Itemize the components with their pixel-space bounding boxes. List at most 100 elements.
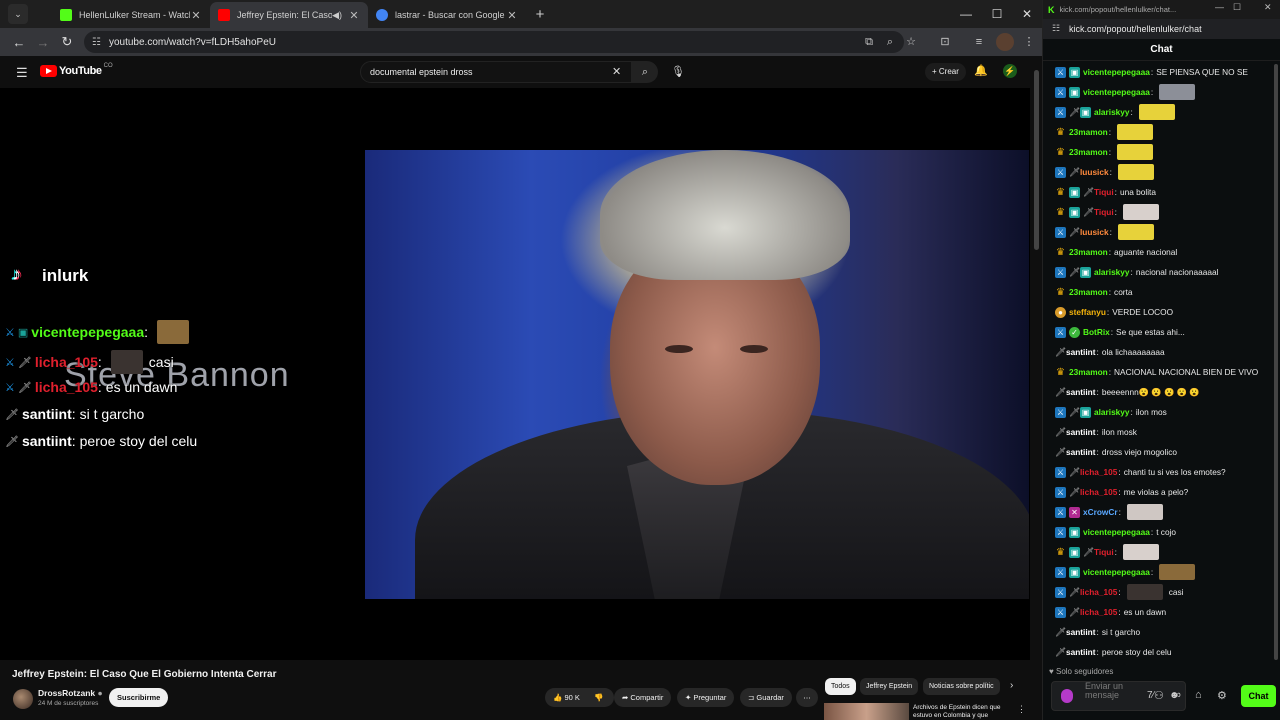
- chip-noticias[interactable]: Noticias sobre polític: [923, 678, 1000, 695]
- zoom-icon[interactable]: ⌕: [881, 33, 899, 51]
- chat-message[interactable]: ⚔ ▣ vicentepepegaaa:: [1043, 82, 1277, 102]
- notifications-bell-icon[interactable]: 🔔: [974, 64, 988, 77]
- close-window-icon[interactable]: ✕: [1264, 2, 1272, 13]
- chat-message[interactable]: ⚔ ▣ vicentepepegaaa: t cojo: [1043, 522, 1277, 542]
- chat-message-input[interactable]: Enviar un mensaje 7⁄ ☻: [1051, 681, 1186, 711]
- chat-message[interactable]: 🗡 santiint: dross viejo mogolico: [1043, 442, 1277, 462]
- chat-username[interactable]: vicentepepegaaa: [1083, 567, 1150, 577]
- chip-jeffrey-epstein[interactable]: Jeffrey Epstein: [860, 678, 919, 695]
- settings-gear-icon[interactable]: ⚙: [1217, 689, 1227, 702]
- video-player[interactable]: ♪ inlurk Steve Bannon ⚔ ▣ vicentepepegaaa:…: [0, 88, 1030, 660]
- chat-username[interactable]: luusick: [1080, 227, 1109, 237]
- bookmark-star-icon[interactable]: ☆: [902, 33, 920, 51]
- close-tab-icon[interactable]: ✕: [190, 9, 202, 22]
- chat-username[interactable]: santiint: [1066, 347, 1096, 357]
- chat-message[interactable]: ♛ ▣ 🗡 Tiqui: una bolita: [1043, 182, 1277, 202]
- account-avatar[interactable]: ⚡: [1003, 64, 1017, 78]
- recommended-more-icon[interactable]: ⋮: [1017, 704, 1026, 715]
- extensions-icon[interactable]: ⚇: [1154, 689, 1164, 702]
- chat-message[interactable]: 🗡 santiint: ola lichaaaaaaaa: [1043, 342, 1277, 362]
- create-button[interactable]: + Crear: [925, 63, 966, 81]
- chat-username[interactable]: santiint: [1066, 387, 1096, 397]
- new-tab-button[interactable]: +: [530, 6, 550, 23]
- chat-message[interactable]: ⚔ 🗡 ▣ alariskyy: ilon mos: [1043, 402, 1277, 422]
- chat-username[interactable]: licha_105: [1080, 467, 1117, 477]
- chat-username[interactable]: santiint: [1066, 627, 1096, 637]
- chat-message[interactable]: ⚔ 🗡 ▣ alariskyy: nacional nacionaaaaal: [1043, 262, 1277, 282]
- chat-message[interactable]: ♛ 23mamon: aguante nacional: [1043, 242, 1277, 262]
- close-window-icon[interactable]: ✕: [1012, 0, 1042, 28]
- chat-username[interactable]: 23mamon: [1069, 147, 1108, 157]
- share-button[interactable]: ➦ Compartir: [614, 688, 672, 707]
- back-icon[interactable]: ←: [7, 35, 31, 50]
- chat-scrollbar-thumb[interactable]: [1274, 64, 1278, 660]
- chat-message[interactable]: ⚔ 🗡 luusick:: [1043, 222, 1277, 242]
- chips-next-icon[interactable]: ›: [1010, 680, 1013, 691]
- search-input[interactable]: documental epstein dross: [360, 61, 632, 83]
- site-info-icon[interactable]: ☷: [1052, 23, 1060, 34]
- chat-username[interactable]: Tiqui: [1094, 547, 1114, 557]
- chat-message[interactable]: ♛ 23mamon: NACIONAL NACIONAL BIEN DE VIVO: [1043, 362, 1277, 382]
- chat-message[interactable]: ⚔ 🗡 ▣ alariskyy:: [1043, 102, 1277, 122]
- tab-google-search[interactable]: lastrar - Buscar con Google ✕: [368, 2, 526, 28]
- chat-message[interactable]: ♛ 23mamon:: [1043, 142, 1277, 162]
- chat-message[interactable]: ⚔ ▣ vicentepepegaaa:: [1043, 562, 1277, 582]
- voice-search-icon[interactable]: 🎙: [668, 61, 688, 83]
- page-scrollbar[interactable]: [1033, 66, 1040, 720]
- chat-username[interactable]: Tiqui: [1094, 207, 1114, 217]
- search-button[interactable]: ⌕: [632, 61, 658, 83]
- chat-message[interactable]: ⚔ 🗡 luusick:: [1043, 162, 1277, 182]
- tab-kick-stream[interactable]: HellenLulker Stream - Watch Li ✕: [52, 2, 210, 28]
- tab-youtube-video[interactable]: Jeffrey Epstein: El Caso Que ◀) ✕: [210, 2, 368, 28]
- chat-username[interactable]: Tiqui: [1094, 187, 1114, 197]
- browser-menu-icon[interactable]: ⋮: [1020, 33, 1038, 51]
- reload-icon[interactable]: ↻: [55, 34, 79, 50]
- store-icon[interactable]: ⌂: [1195, 689, 1202, 701]
- chat-username[interactable]: BotRix: [1083, 327, 1110, 337]
- chat-username[interactable]: licha_105: [1080, 487, 1117, 497]
- close-tab-icon[interactable]: ✕: [348, 9, 360, 22]
- chat-username[interactable]: santiint: [1066, 647, 1096, 657]
- hamburger-menu-icon[interactable]: ☰: [16, 65, 28, 81]
- chat-message[interactable]: ⚔ 🗡 licha_105: chanti tu si ves los emotes?: [1043, 462, 1277, 482]
- chat-message[interactable]: ⚔ 🗡 licha_105: me violas a pelo?: [1043, 482, 1277, 502]
- chat-message[interactable]: ⚔ ✓ BotRix: Se que estas ahi...: [1043, 322, 1277, 342]
- youtube-logo[interactable]: YouTube CO: [40, 63, 113, 77]
- recommended-title[interactable]: Archivos de Epstein dicen que estuvo en …: [913, 704, 1013, 720]
- chat-message[interactable]: ♛ 23mamon:: [1043, 122, 1277, 142]
- extensions-icon[interactable]: ⊡: [936, 33, 954, 51]
- media-control-icon[interactable]: ≡: [970, 33, 988, 51]
- chip-all[interactable]: Todos: [825, 678, 856, 695]
- install-app-icon[interactable]: ⧉: [860, 33, 878, 51]
- chat-message[interactable]: ⚔ 🗡 licha_105: casi: [1043, 582, 1277, 602]
- chat-username[interactable]: 23mamon: [1069, 247, 1108, 257]
- chat-username[interactable]: alariskyy: [1094, 407, 1130, 417]
- chat-username[interactable]: vicentepepegaaa: [1083, 67, 1150, 77]
- send-chat-button[interactable]: Chat: [1241, 685, 1276, 707]
- chat-message[interactable]: 🗡 santiint: ilon mosk: [1043, 422, 1277, 442]
- chat-username[interactable]: alariskyy: [1094, 107, 1130, 117]
- ask-button[interactable]: ✦ Preguntar: [677, 688, 735, 707]
- close-tab-icon[interactable]: ✕: [506, 9, 518, 22]
- chat-username[interactable]: alariskyy: [1094, 267, 1130, 277]
- chat-username[interactable]: 23mamon: [1069, 127, 1108, 137]
- chat-username[interactable]: vicentepepegaaa: [1083, 87, 1150, 97]
- minimize-icon[interactable]: —: [1215, 2, 1224, 12]
- chat-username[interactable]: xCrowCr: [1083, 507, 1118, 517]
- recommended-thumbnail[interactable]: [824, 703, 909, 720]
- channel-avatar[interactable]: [13, 689, 33, 709]
- scrollbar-thumb[interactable]: [1034, 70, 1039, 250]
- more-actions-button[interactable]: ⋯: [796, 688, 818, 707]
- chat-username[interactable]: 23mamon: [1069, 287, 1108, 297]
- profile-avatar[interactable]: [996, 33, 1014, 51]
- dislike-button[interactable]: 👎: [586, 688, 614, 707]
- chat-message[interactable]: ⚔ ✕ xCrowCr:: [1043, 502, 1277, 522]
- chat-username[interactable]: santiint: [1066, 427, 1096, 437]
- chat-username[interactable]: vicentepepegaaa: [1083, 527, 1150, 537]
- chat-username[interactable]: licha_105: [1080, 607, 1117, 617]
- chat-message[interactable]: 🗡 santiint: si t garcho: [1043, 622, 1277, 642]
- subscribe-button[interactable]: Suscribirme: [109, 688, 169, 707]
- chat-username[interactable]: steffanyu: [1069, 307, 1106, 317]
- maximize-icon[interactable]: ☐: [982, 0, 1012, 28]
- chat-username[interactable]: santiint: [1066, 447, 1096, 457]
